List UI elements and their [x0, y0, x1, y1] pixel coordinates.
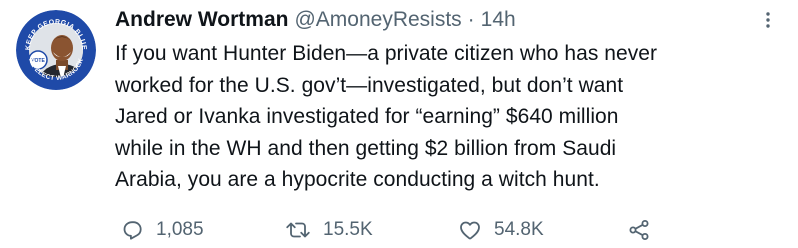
tweet-actions: 1,085 15.5K 54.8K: [115, 215, 675, 245]
tweet-header: Andrew Wortman @AmoneyResists · 14h: [115, 7, 516, 33]
display-name[interactable]: Andrew Wortman: [115, 8, 288, 32]
like-count: 54.8K: [494, 219, 544, 240]
retweet-button[interactable]: 15.5K: [285, 215, 373, 245]
timestamp[interactable]: 14h: [481, 8, 516, 32]
reply-button[interactable]: 1,085: [120, 215, 204, 245]
retweet-count: 15.5K: [323, 219, 373, 240]
reply-icon: [123, 221, 142, 240]
tweet-text: If you want Hunter Biden—a private citiz…: [115, 42, 658, 191]
more-vertical-icon: [766, 12, 770, 28]
like-button[interactable]: 54.8K: [458, 215, 544, 245]
avatar[interactable]: VOTE KEEP GEORGIA BLUE RE-ELECT WARNOCK: [16, 10, 96, 90]
tweet-card[interactable]: VOTE KEEP GEORGIA BLUE RE-ELECT WARNOCK …: [0, 0, 798, 248]
share-button[interactable]: [627, 215, 651, 245]
reply-count: 1,085: [156, 219, 204, 240]
share-icon: [629, 220, 649, 240]
heart-icon: [460, 221, 480, 240]
user-handle[interactable]: @AmoneyResists: [294, 8, 461, 32]
retweet-icon: [286, 222, 310, 238]
separator-dot: ·: [467, 8, 475, 31]
more-options-button[interactable]: [756, 8, 780, 32]
avatar-image: VOTE KEEP GEORGIA BLUE RE-ELECT WARNOCK: [16, 10, 96, 90]
